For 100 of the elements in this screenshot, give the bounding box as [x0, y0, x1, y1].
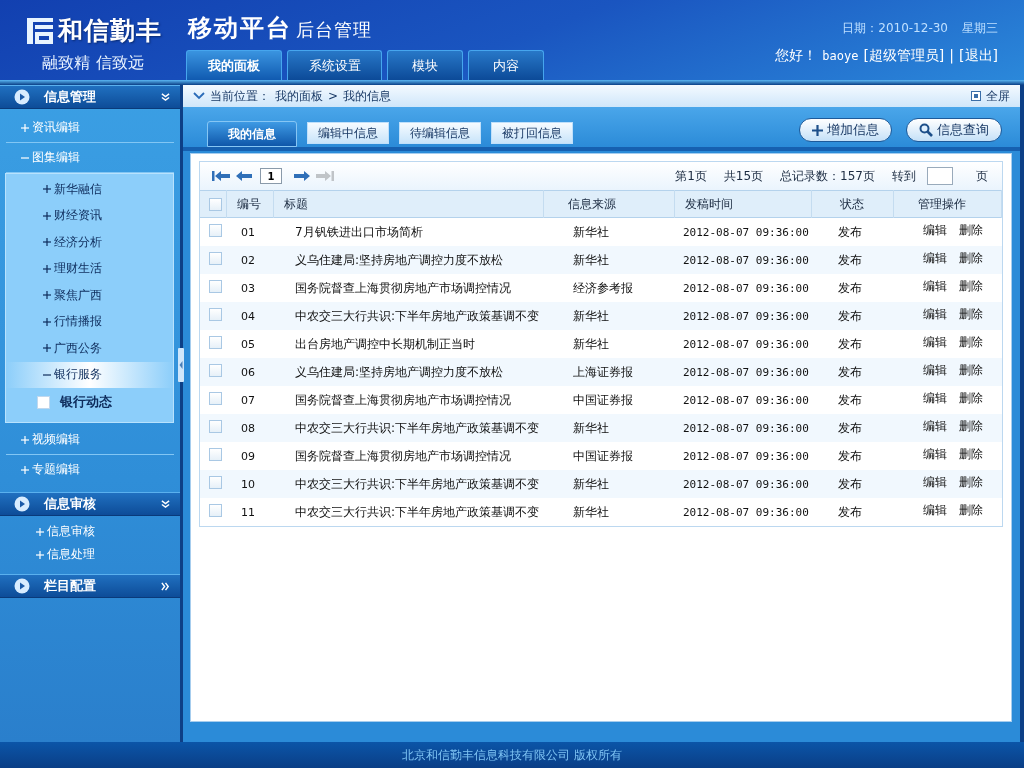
nav-tab[interactable]: 内容 — [468, 50, 544, 80]
submenu-item[interactable]: 新华融信 — [6, 176, 173, 203]
nav-tab[interactable]: 系统设置 — [287, 50, 382, 80]
checkbox[interactable] — [209, 197, 222, 211]
row-action-link[interactable]: 删除 — [959, 335, 983, 349]
checkbox[interactable] — [209, 504, 222, 517]
action-button[interactable]: 增加信息 — [799, 118, 892, 142]
table-cell-text: 09 — [240, 449, 256, 463]
checkbox[interactable] — [209, 308, 222, 321]
breadcrumb-link[interactable]: 我的面板 — [275, 87, 323, 105]
row-action-link[interactable]: 编辑 — [923, 391, 947, 405]
total-records-text: 总记录数：157页 — [780, 167, 875, 185]
fullscreen-link[interactable]: 全屏 — [986, 87, 1010, 105]
goto-suffix: 页 — [976, 167, 988, 185]
row-action-link[interactable]: 删除 — [959, 475, 983, 489]
submenu-item[interactable]: 银行服务 — [6, 361, 173, 388]
row-action-link[interactable]: 编辑 — [923, 251, 947, 265]
brand-name: 和信勤丰 — [57, 15, 162, 47]
table-cell-text: 上海证券报 — [572, 363, 634, 381]
row-action-link[interactable]: 删除 — [959, 307, 983, 321]
row-action-link[interactable]: 编辑 — [923, 223, 947, 237]
checkbox[interactable] — [37, 395, 50, 409]
row-action-link[interactable]: 编辑 — [923, 419, 947, 433]
submenu-item[interactable]: 财经资讯 — [6, 202, 173, 229]
checkbox[interactable] — [209, 336, 222, 349]
checkbox[interactable] — [209, 280, 222, 293]
row-action-link[interactable]: 删除 — [959, 447, 983, 461]
checkbox[interactable] — [209, 252, 222, 265]
checkbox[interactable] — [209, 420, 222, 433]
section-header[interactable]: 信息审核 — [0, 492, 180, 516]
row-action-link[interactable]: 编辑 — [923, 475, 947, 489]
row-action-link[interactable]: 编辑 — [923, 335, 947, 349]
nav-tab[interactable]: 我的面板 — [186, 50, 282, 80]
table-cell-text: 06 — [240, 365, 256, 379]
column-header: 发稿时间 — [674, 190, 811, 218]
row-action-link[interactable]: 编辑 — [923, 447, 947, 461]
menu-item[interactable]: 信息审核 — [6, 520, 174, 543]
section-header[interactable]: 栏目配置 — [0, 574, 180, 598]
row-action-link[interactable]: 删除 — [959, 223, 983, 237]
table-cell-text: 中国证券报 — [572, 447, 634, 465]
column-header: 管理操作 — [893, 190, 1002, 218]
row-action-link[interactable]: 删除 — [959, 279, 983, 293]
table-cell-text: 中农交三大行共识:下半年房地产政策基调不变 — [294, 503, 541, 521]
breadcrumb-current: 我的信息 — [343, 87, 392, 105]
row-action-link[interactable]: 删除 — [959, 363, 983, 377]
submenu-leaf[interactable]: 银行动态 — [60, 393, 112, 411]
section-title: 栏目配置 — [44, 577, 97, 595]
page-input[interactable]: 1 — [260, 168, 282, 184]
logout-link[interactable]: [退出] — [959, 47, 998, 65]
submenu-item[interactable]: 聚焦广西 — [6, 282, 173, 309]
content-tab[interactable]: 我的信息 — [207, 121, 297, 147]
role-link[interactable]: [超级管理员] — [863, 47, 945, 65]
row-action-link[interactable]: 删除 — [959, 391, 983, 405]
menu-item[interactable]: 信息处理 — [6, 543, 174, 566]
row-action-link[interactable]: 编辑 — [923, 279, 947, 293]
collapse-handle-icon[interactable] — [178, 348, 184, 382]
content-tab[interactable]: 待编辑信息 — [399, 122, 481, 144]
action-button[interactable]: 信息查询 — [906, 118, 1002, 142]
checkbox[interactable] — [209, 392, 222, 405]
row-action-link[interactable]: 编辑 — [923, 363, 947, 377]
table-cell-text: 2012-08-07 09:36:00 — [682, 337, 810, 351]
table-cell-text: 2012-08-07 09:36:00 — [682, 421, 810, 435]
table-cell-text: 中国证券报 — [572, 391, 634, 409]
submenu-item[interactable]: 广西公务 — [6, 335, 173, 362]
row-action-link[interactable]: 编辑 — [923, 503, 947, 517]
checkbox[interactable] — [209, 448, 222, 461]
table-cell-text: 发布 — [837, 335, 863, 353]
column-header: 编号 — [226, 190, 273, 218]
table-cell-text: 义乌住建局:坚持房地产调控力度不放松 — [294, 251, 505, 269]
menu-item[interactable]: 专题编辑 — [6, 455, 174, 484]
row-action-link[interactable]: 删除 — [959, 503, 983, 517]
table-cell-text: 新华社 — [572, 223, 610, 241]
play-circle-icon — [14, 578, 30, 594]
column-header: 标题 — [273, 190, 543, 218]
nav-tab[interactable]: 模块 — [387, 50, 463, 80]
table-cell-text: 2012-08-07 09:36:00 — [682, 309, 810, 323]
table-cell-text: 发布 — [837, 307, 863, 325]
play-circle-icon — [14, 496, 30, 512]
checkbox[interactable] — [209, 364, 222, 377]
fullscreen-icon[interactable] — [971, 91, 981, 101]
goto-input[interactable] — [927, 167, 953, 185]
column-header: 信息来源 — [543, 190, 674, 218]
prev-page-icon[interactable] — [235, 170, 253, 182]
section-header[interactable]: 信息管理 — [0, 85, 180, 109]
row-action-link[interactable]: 删除 — [959, 251, 983, 265]
checkbox[interactable] — [209, 476, 222, 489]
play-circle-icon — [14, 89, 30, 105]
checkbox[interactable] — [209, 224, 222, 237]
row-action-link[interactable]: 编辑 — [923, 307, 947, 321]
submenu-item[interactable]: 理财生活 — [6, 255, 173, 282]
submenu-item[interactable]: 经济分析 — [6, 229, 173, 256]
submenu-item[interactable]: 行情播报 — [6, 308, 173, 335]
content-tab[interactable]: 编辑中信息 — [307, 122, 389, 144]
table-cell-text: 新华社 — [572, 419, 610, 437]
table-cell-text: 发布 — [837, 251, 863, 269]
row-action-link[interactable]: 删除 — [959, 419, 983, 433]
next-page-icon[interactable] — [293, 170, 311, 182]
first-page-icon[interactable] — [212, 170, 230, 182]
table-cell-text: 07 — [240, 393, 256, 407]
content-tab[interactable]: 被打回信息 — [491, 122, 573, 144]
